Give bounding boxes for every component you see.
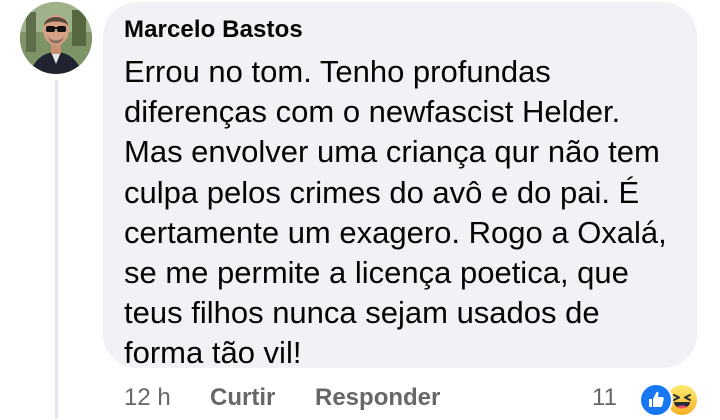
like-button[interactable]: Curtir	[210, 383, 275, 413]
reaction-icons[interactable]	[639, 383, 703, 417]
avatar-photo	[20, 2, 92, 74]
comment-time[interactable]: 12 h	[124, 383, 171, 413]
reply-button[interactable]: Responder	[315, 383, 440, 413]
avatar[interactable]	[20, 2, 92, 74]
comment-author[interactable]: Marcelo Bastos	[124, 16, 303, 44]
comment-bubble: Marcelo Bastos Errou no tom. Tenho profu…	[103, 2, 697, 370]
thread-line	[55, 80, 58, 419]
comment-actions: 12 h Curtir Responder 11	[0, 383, 720, 417]
comment-text: Errou no tom. Tenho profundas diferenças…	[124, 54, 667, 371]
reaction-count[interactable]: 11	[592, 383, 617, 413]
like-icon	[639, 383, 673, 417]
